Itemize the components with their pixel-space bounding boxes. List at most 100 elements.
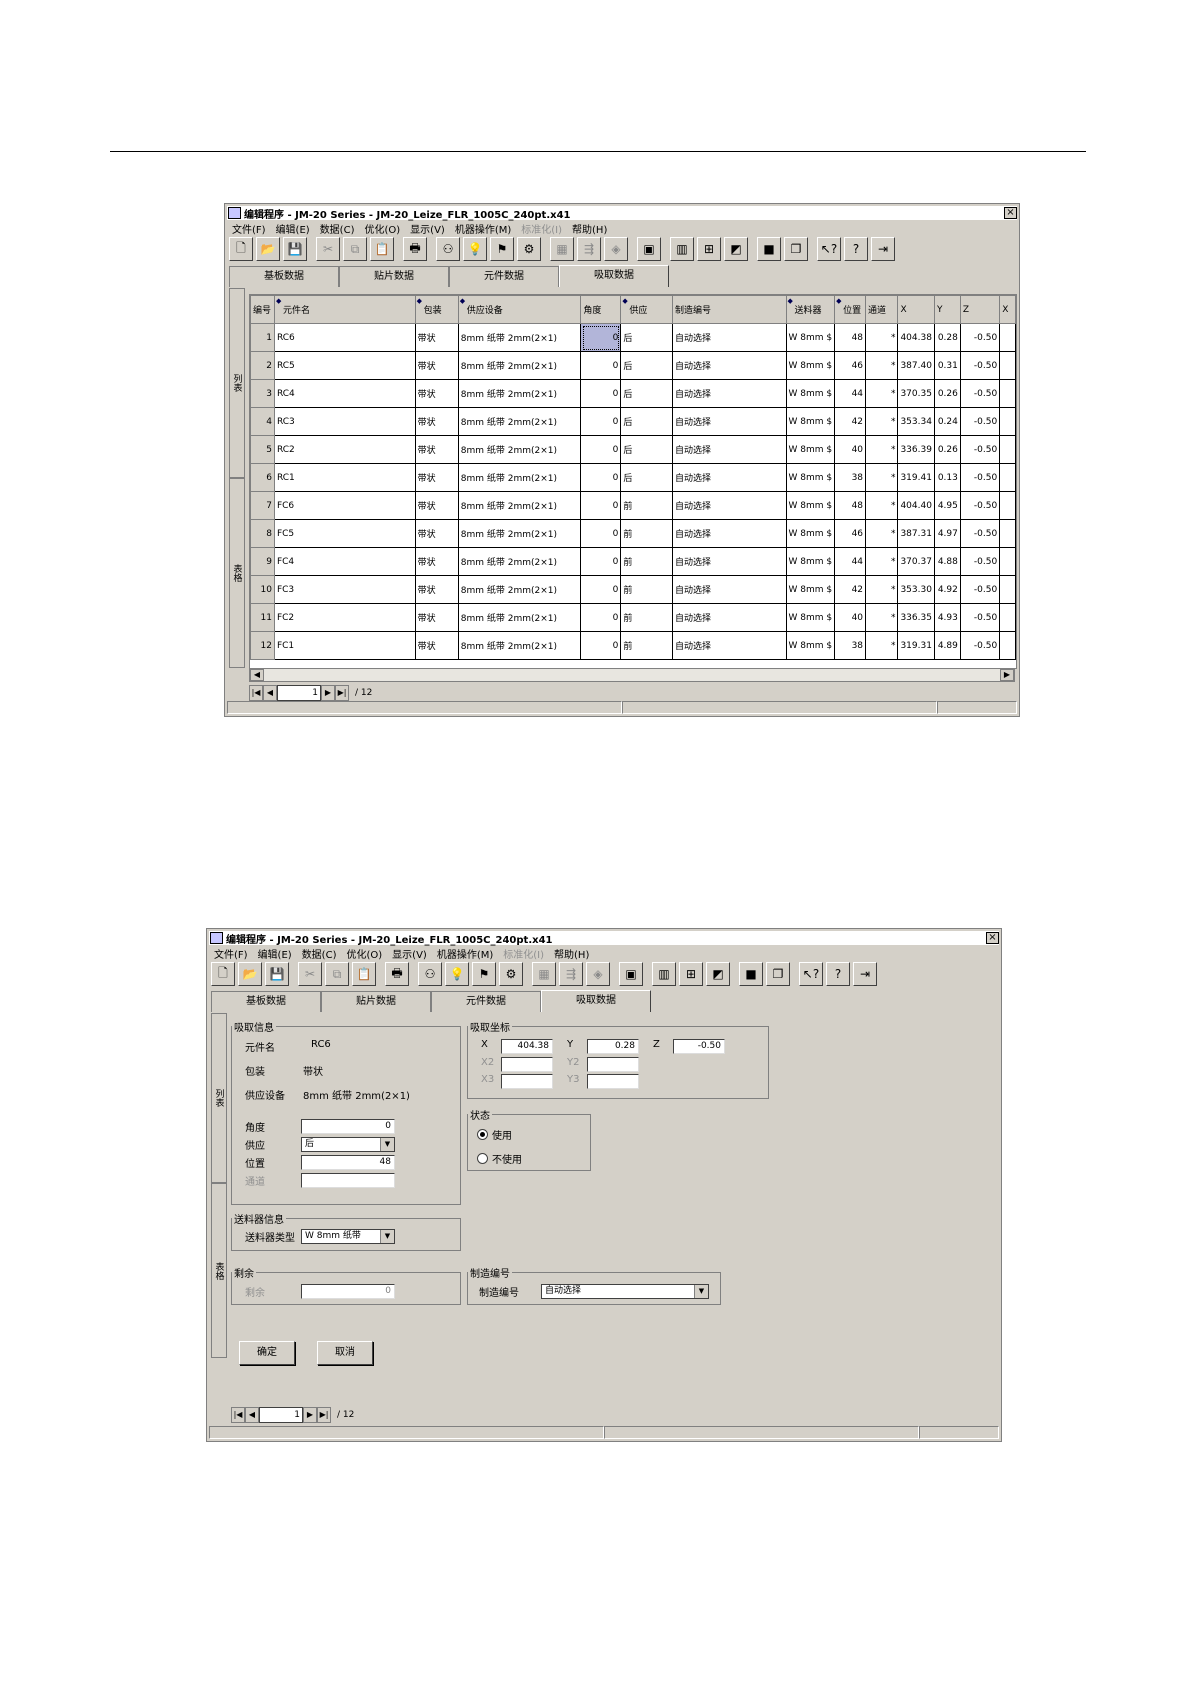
bulb-icon[interactable]: 💡 <box>445 962 469 986</box>
table-cell[interactable]: 4.88 <box>933 547 961 576</box>
table-cell[interactable]: W 8mm $ <box>785 323 836 352</box>
chip-icon[interactable]: ▣ <box>637 237 661 261</box>
help-icon[interactable]: ? <box>844 237 868 261</box>
stop-icon[interactable]: ■ <box>757 237 781 261</box>
column-icon[interactable]: ▥ <box>652 962 676 986</box>
table-cell[interactable]: 4.89 <box>933 631 961 660</box>
table-cell[interactable]: 0.26 <box>933 435 961 464</box>
chevron-down-icon[interactable]: ▼ <box>380 1138 394 1151</box>
table-cell[interactable]: * <box>865 379 899 408</box>
table-cell[interactable]: FC2 <box>273 603 416 632</box>
table-cell[interactable]: 12 <box>250 631 275 660</box>
optimize-icon[interactable]: ⚙ <box>517 237 541 261</box>
menu-item-0[interactable]: 文件(F) <box>227 221 271 236</box>
table-cell[interactable]: 353.30 <box>897 575 935 604</box>
menu-item-2[interactable]: 数据(C) <box>297 946 342 961</box>
table-cell[interactable]: 4.93 <box>933 603 961 632</box>
table-cell[interactable]: * <box>865 323 899 352</box>
table-cell[interactable]: 8mm 纸带 2mm(2×1) <box>457 603 582 632</box>
table-cell[interactable]: 8mm 纸带 2mm(2×1) <box>457 547 582 576</box>
scroll-right-icon[interactable]: ▶ <box>1000 669 1014 681</box>
table-cell[interactable]: 8mm 纸带 2mm(2×1) <box>457 575 582 604</box>
menu-item-6[interactable]: 标准化(I) <box>516 221 567 236</box>
table-cell[interactable]: 自动选择 <box>671 547 787 576</box>
column-header[interactable]: 编号 <box>250 295 275 324</box>
table-cell[interactable] <box>999 323 1016 352</box>
table-cell[interactable]: 0.28 <box>933 323 961 352</box>
table-cell[interactable]: * <box>865 463 899 492</box>
table-row[interactable]: 5 RC2 带状 8mm 纸带 2mm(2×1) 0 后自动选择 W 8mm $40 * 336… <box>250 435 1016 464</box>
table-row[interactable]: 2 RC5 带状 8mm 纸带 2mm(2×1) 0 后自动选择 W 8mm $46 * 387… <box>250 351 1016 380</box>
table-cell[interactable]: 10 <box>250 575 275 604</box>
table-cell[interactable]: 0.24 <box>933 407 961 436</box>
tab-2[interactable]: 元件数据 <box>431 991 541 1012</box>
layers-icon[interactable]: ❐ <box>784 237 808 261</box>
table-cell[interactable]: 4.92 <box>933 575 961 604</box>
status-not-use-radio[interactable]: 不使用 <box>477 1151 522 1166</box>
table-cell[interactable]: 带状 <box>414 631 459 660</box>
tab-1[interactable]: 贴片数据 <box>339 266 449 287</box>
table-cell[interactable]: 带状 <box>414 435 459 464</box>
prev-record-icon[interactable]: ◀ <box>263 685 277 701</box>
table-row[interactable]: 4 RC3 带状 8mm 纸带 2mm(2×1) 0 后自动选择 W 8mm $42 * 353… <box>250 407 1016 436</box>
table-cell[interactable]: 42 <box>834 407 867 436</box>
table-row[interactable]: 11 FC2 带状 8mm 纸带 2mm(2×1) 0 前自动选择 W 8mm $40 * 33… <box>250 603 1016 632</box>
teach-icon[interactable]: ⚑ <box>472 962 496 986</box>
table-cell[interactable]: 48 <box>834 491 867 520</box>
table-cell[interactable]: 48 <box>834 323 867 352</box>
table-cell[interactable]: 0.26 <box>933 379 961 408</box>
menu-item-5[interactable]: 机器操作(M) <box>432 946 498 961</box>
copy-icon[interactable]: ⧉ <box>325 962 349 986</box>
table-cell[interactable]: 0 <box>580 351 622 380</box>
table-cell[interactable]: 8mm 纸带 2mm(2×1) <box>457 631 582 660</box>
table-cell[interactable]: 带状 <box>414 519 459 548</box>
table-cell[interactable]: 1 <box>250 323 275 352</box>
table-cell[interactable]: 9 <box>250 547 275 576</box>
table-cell[interactable]: 46 <box>834 351 867 380</box>
table-row[interactable]: 3 RC4 带状 8mm 纸带 2mm(2×1) 0 后自动选择 W 8mm $44 * 370… <box>250 379 1016 408</box>
table-row[interactable]: 12 FC1 带状 8mm 纸带 2mm(2×1) 0 前自动选择 W 8mm $38 * 31… <box>250 631 1016 660</box>
table-cell[interactable]: 自动选择 <box>671 491 787 520</box>
table-cell[interactable]: -0.50 <box>959 351 1001 380</box>
table-cell[interactable]: 自动选择 <box>671 435 787 464</box>
x2-input[interactable] <box>501 1057 553 1072</box>
find-icon[interactable]: ⚇ <box>418 962 442 986</box>
table-cell[interactable]: 前 <box>620 603 673 632</box>
vtab-form[interactable]: 表格 <box>229 478 245 668</box>
column-header[interactable]: ◆ 元件名 <box>273 295 416 324</box>
table-cell[interactable]: FC6 <box>273 491 416 520</box>
table-cell[interactable] <box>999 491 1016 520</box>
table-cell[interactable]: 38 <box>834 631 867 660</box>
table-cell[interactable]: 0 <box>580 435 622 464</box>
paste-icon[interactable]: 📋 <box>370 237 394 261</box>
table-cell[interactable]: * <box>865 631 899 660</box>
y2-input[interactable] <box>587 1057 639 1072</box>
table-cell[interactable]: 后 <box>620 351 673 380</box>
save-icon[interactable]: 💾 <box>283 237 307 261</box>
table-cell[interactable]: 后 <box>620 407 673 436</box>
table-cell[interactable]: 自动选择 <box>671 379 787 408</box>
paste-icon[interactable]: 📋 <box>352 962 376 986</box>
menu-item-3[interactable]: 优化(O) <box>341 946 387 961</box>
table-cell[interactable]: 404.40 <box>897 491 935 520</box>
find-icon[interactable]: ⚇ <box>436 237 460 261</box>
table-cell[interactable]: W 8mm $ <box>785 407 836 436</box>
table-cell[interactable]: 自动选择 <box>671 407 787 436</box>
table-cell[interactable] <box>999 407 1016 436</box>
table-cell[interactable]: 自动选择 <box>671 631 787 660</box>
table-cell[interactable]: -0.50 <box>959 463 1001 492</box>
table-cell[interactable]: W 8mm $ <box>785 351 836 380</box>
table-cell[interactable]: 40 <box>834 603 867 632</box>
scroll-left-icon[interactable]: ◀ <box>250 669 264 681</box>
nozzle-icon[interactable]: ⊞ <box>697 237 721 261</box>
tab-2[interactable]: 元件数据 <box>449 266 559 287</box>
column-header[interactable]: 制造编号 <box>671 295 787 324</box>
table-cell[interactable]: 370.35 <box>897 379 935 408</box>
table-cell[interactable]: 8mm 纸带 2mm(2×1) <box>457 463 582 492</box>
y-input[interactable]: 0.28 <box>587 1039 639 1054</box>
table-row[interactable]: 1 RC6 带状 8mm 纸带 2mm(2×1) 0 后自动选择 W 8mm $48 * 404… <box>250 323 1016 352</box>
table-cell[interactable]: 0 <box>580 323 622 352</box>
column-header[interactable]: X <box>999 295 1016 324</box>
table-cell[interactable]: 带状 <box>414 575 459 604</box>
close-button[interactable]: × <box>986 932 999 944</box>
